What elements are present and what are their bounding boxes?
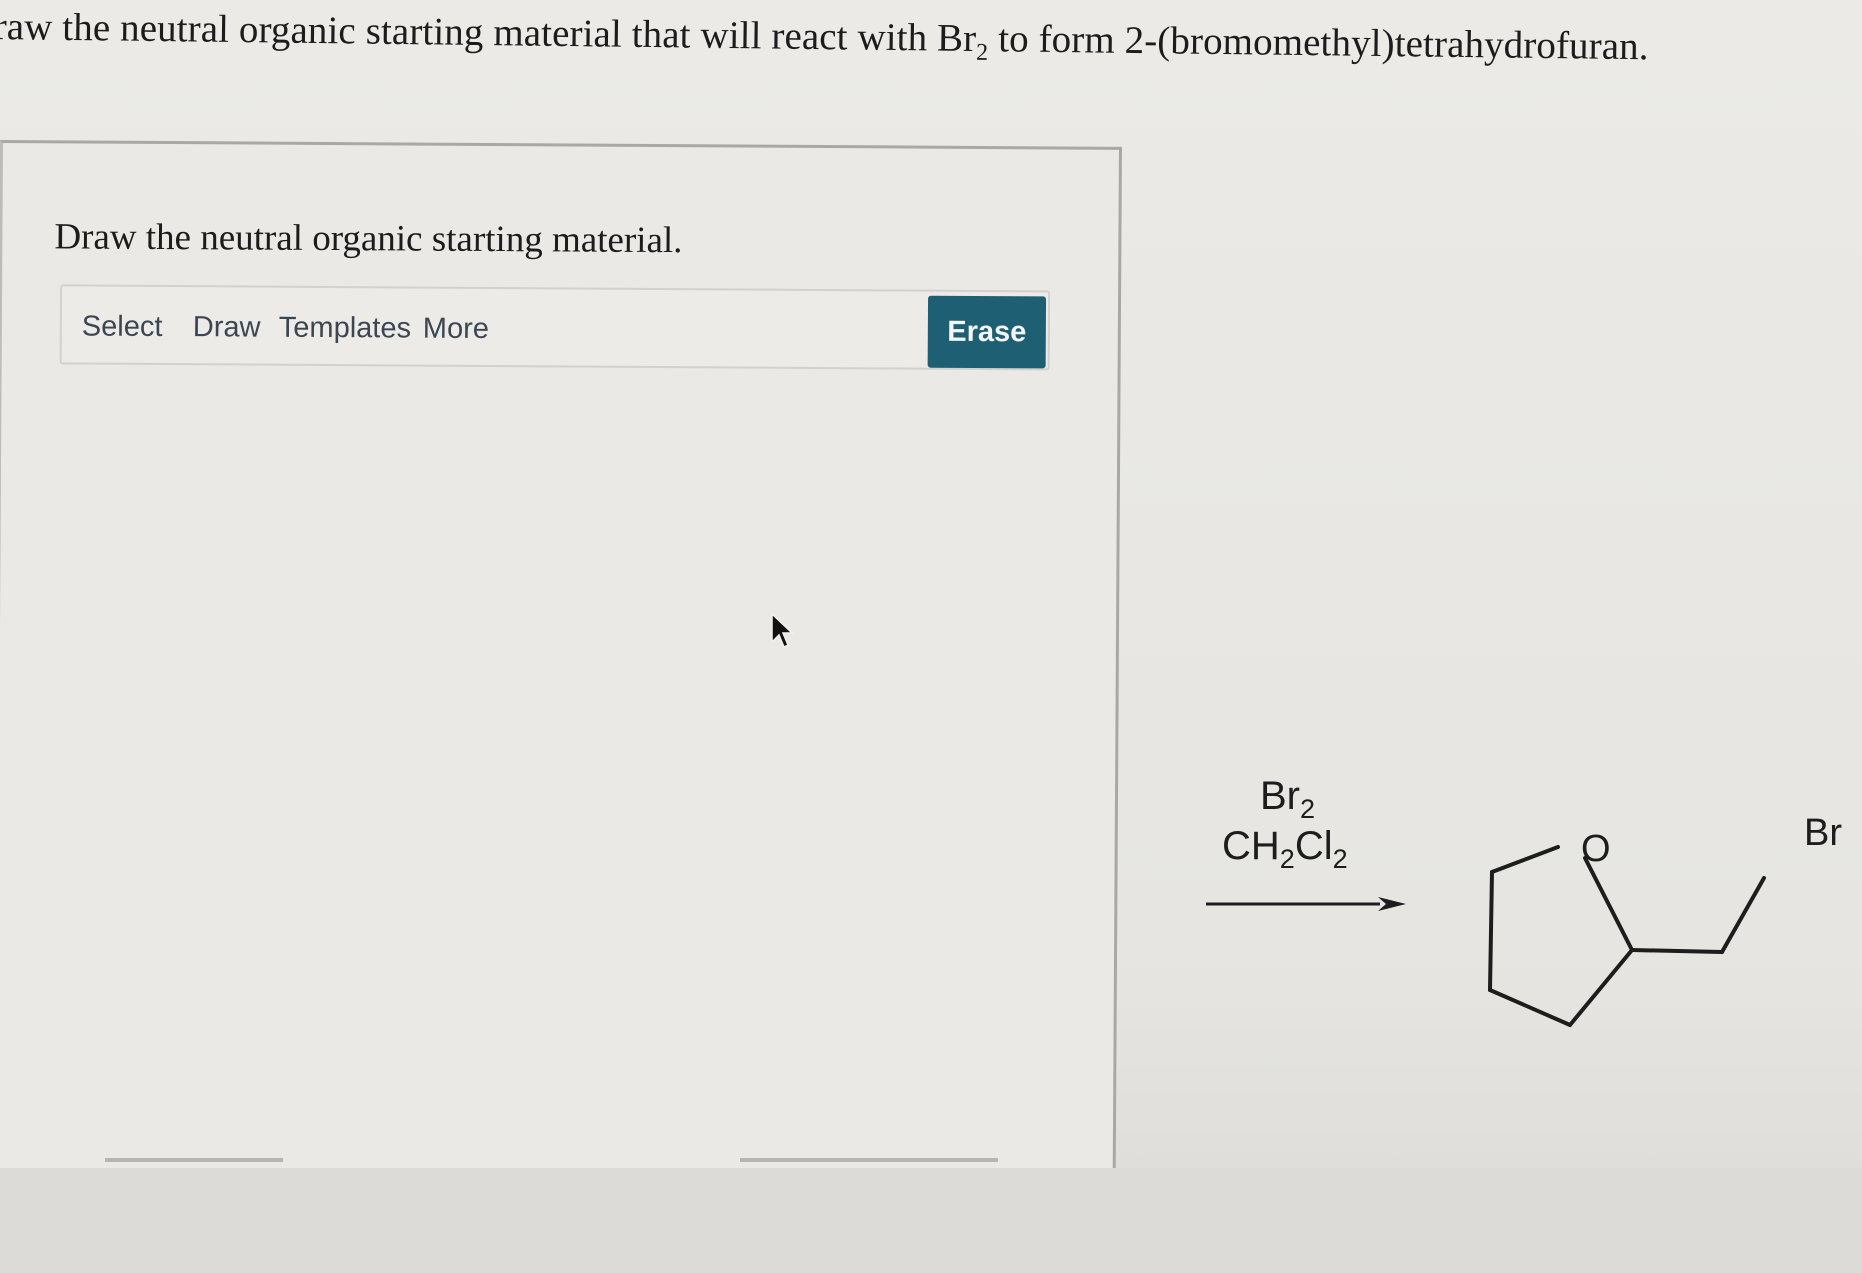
screen: raw the neutral organic starting materia…	[0, 0, 1862, 1273]
select-tool[interactable]: Select	[82, 311, 163, 344]
bottom-strip	[0, 1168, 1862, 1273]
templates-tool[interactable]: Templates	[279, 312, 411, 346]
reagent-solvent: CH2Cl2	[1222, 824, 1348, 875]
scrollbar-right[interactable]	[740, 1158, 998, 1162]
product-structure	[1488, 845, 1766, 1027]
mouse-pointer-icon	[771, 612, 794, 649]
product-oxygen-label: O	[1581, 828, 1611, 870]
more-tool[interactable]: More	[423, 313, 489, 346]
drawing-panel: Draw the neutral organic starting materi…	[0, 140, 1122, 1187]
reaction-arrow-icon	[1206, 897, 1406, 911]
scrollbar-left[interactable]	[105, 1158, 283, 1162]
question-subscript: 2	[975, 39, 989, 66]
solvent-sub1: 2	[1279, 844, 1295, 874]
solvent-cl: Cl	[1294, 824, 1333, 868]
product-bromine-label: Br	[1804, 812, 1842, 854]
reagent-bromine-subscript: 2	[1300, 794, 1316, 824]
reagent-bromine-symbol: Br	[1260, 774, 1300, 818]
drawing-canvas[interactable]	[11, 369, 1106, 1186]
panel-prompt: Draw the neutral organic starting materi…	[54, 216, 683, 262]
question-part2: to form 2-(bromomethyl)tetrahydrofuran.	[988, 17, 1649, 69]
solvent-sub2: 2	[1332, 844, 1348, 874]
erase-button[interactable]: Erase	[927, 295, 1047, 369]
reagent-bromine: Br2	[1260, 774, 1315, 825]
reaction-scheme: Br2 CH2Cl2 O Br	[1180, 760, 1862, 1060]
question-text: raw the neutral organic starting materia…	[0, 4, 1649, 75]
solvent-ch: CH	[1222, 824, 1280, 868]
drawing-toolbar: Select Draw Templates More Erase	[59, 284, 1051, 371]
question-part1: raw the neutral organic starting materia…	[0, 4, 977, 61]
draw-tool[interactable]: Draw	[193, 311, 261, 344]
